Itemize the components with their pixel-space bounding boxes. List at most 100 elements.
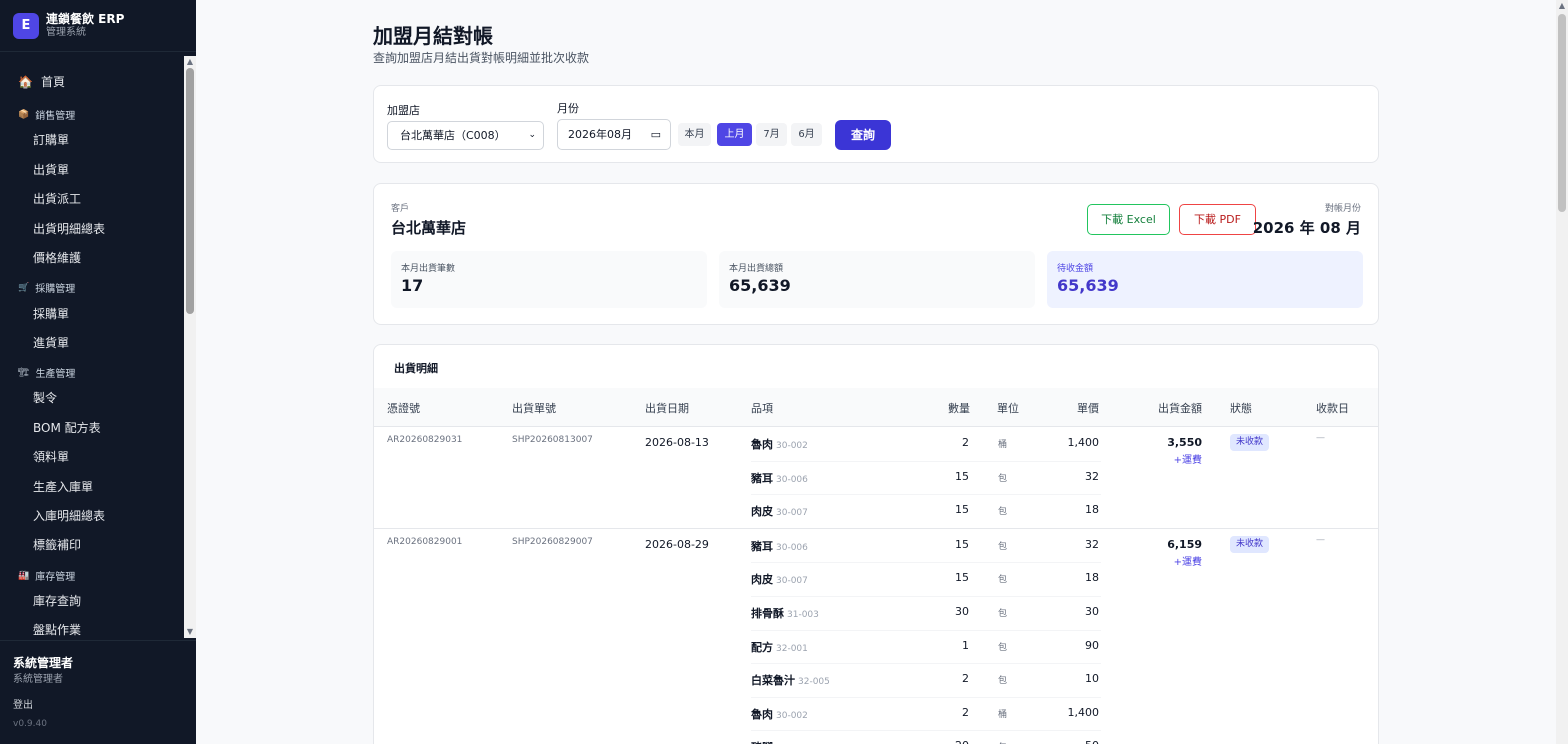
download-pdf-button[interactable]: 下載 PDF [1179,204,1256,235]
nav-item-in-detail[interactable]: 入庫明細總表 [33,507,184,524]
col-shipment-no[interactable]: 出貨單號 [512,400,556,416]
nav-item-stocktake[interactable]: 盤點作業 [33,621,184,638]
nav-group-production[interactable]: 🏗 生產管理 [18,365,184,381]
nav-group-label: 庫存管理 [35,572,76,583]
nav-item-production-in[interactable]: 生產入庫單 [33,478,184,495]
item-name: 排骨酥 31-003 [751,605,819,621]
nav-item-label-reprint[interactable]: 標籤補印 [33,536,184,553]
nav-item-shipment[interactable]: 出貨單 [33,161,184,178]
sidebar-scrollbar[interactable]: ▲ ▼ [184,56,196,638]
col-qty[interactable]: 數量 [948,400,970,416]
col-price[interactable]: 單價 [1077,400,1099,416]
chevron-down-icon: ⌄ [528,130,536,140]
nav-item-purchase-order[interactable]: 採購單 [33,305,184,322]
item-label: 配方 [751,640,773,654]
download-excel-button[interactable]: 下載 Excel [1087,204,1170,235]
sidebar-scroll-thumb[interactable] [186,68,194,314]
calendar-icon[interactable]: ▭ [651,120,661,149]
detail-title: 出貨明細 [394,362,438,375]
quick-last-month[interactable]: 上月 [717,123,752,146]
nav-item-price[interactable]: 價格維護 [33,249,184,266]
page-scroll-thumb[interactable] [1558,14,1566,212]
nav-group-inventory[interactable]: 🏭 庫存管理 [18,568,184,584]
item-quantity: 2 [962,705,969,719]
item-quantity: 15 [955,571,969,585]
item-name: 魯肉 30-002 [751,706,808,722]
stat-label: 本月出貨總額 [729,264,784,274]
item-code: 30-007 [776,576,808,587]
brand-subtitle: 管理系統 [46,26,86,38]
item-name: 配方 32-001 [751,639,808,655]
sidebar: E 連鎖餐飲 ERP 管理系統 🏠 首頁 📦 銷售管理 訂購單 出貨單 出貨派工… [0,0,196,744]
quick-this-month[interactable]: 本月 [678,123,711,146]
scroll-down-arrow-icon[interactable]: ▼ [184,626,196,638]
query-button[interactable]: 查詢 [835,120,891,150]
nav-item-picking[interactable]: 領料單 [33,448,184,465]
period-label: 對帳月份 [1324,204,1361,214]
nav-item-order[interactable]: 訂購單 [33,131,184,148]
nav-item-stock-query[interactable]: 庫存查詢 [33,592,184,609]
stat-value: 65,639 [729,276,791,295]
item-unit: 包 [998,473,1008,484]
item-code: 31-003 [787,610,819,620]
nav-item-bom[interactable]: BOM 配方表 [33,419,184,436]
item-quantity: 15 [955,537,969,551]
page-title: 加盟月結對帳 [373,24,493,48]
stat-value: 17 [401,276,424,295]
item-price: 90 [1085,638,1099,652]
page-scrollbar[interactable]: ▲ [1556,0,1568,744]
item-quantity: 15 [955,469,969,483]
status-badge: 未收款 [1230,535,1270,553]
col-item[interactable]: 品項 [751,400,773,416]
month-input-value: 2026年08月 [568,128,632,141]
item-price: 32 [1085,537,1099,551]
item-unit: 包 [998,575,1008,586]
brand-title: 連鎖餐飲 ERP [46,11,125,26]
stat-shipment-total: 本月出貨總額 65,639 [719,251,1035,308]
page-subtitle: 查詢加盟店月結出貨對帳明細並批次收款 [373,51,590,65]
sidebar-nav: 🏠 首頁 📦 銷售管理 訂購單 出貨單 出貨派工 出貨明細總表 價格維護 🛒 採… [0,56,184,638]
col-paid-date[interactable]: 收款日 [1316,400,1349,416]
store-select-value: 台北萬華店（C008） [400,129,506,142]
item-unit: 桶 [998,709,1008,720]
item-price: 1,400 [1067,705,1100,719]
shipping-fee-link[interactable]: +運費 [1174,553,1202,568]
item-label: 魯肉 [751,707,773,721]
col-status[interactable]: 狀態 [1230,400,1252,416]
nav-item-work-order[interactable]: 製令 [33,389,184,406]
item-unit: 包 [998,740,1007,744]
month-input[interactable]: 2026年08月 ▭ [557,119,671,150]
col-date[interactable]: 出貨日期 [645,400,689,416]
paid-date: — [1316,534,1325,545]
item-name: 豬腳30-004 [751,739,808,744]
page-scroll-up-icon[interactable]: ▲ [1556,0,1568,12]
scroll-up-arrow-icon[interactable]: ▲ [184,56,196,68]
nav-item-dispatch[interactable]: 出貨派工 [33,190,184,207]
col-unit[interactable]: 單位 [997,400,1019,416]
shipping-fee-link[interactable]: +運費 [1174,451,1202,466]
logout-link[interactable]: 登出 [13,696,33,711]
nav-item-shipment-detail[interactable]: 出貨明細總表 [33,220,184,237]
nav-group-label: 銷售管理 [35,111,76,122]
store-label: 加盟店 [387,104,420,117]
customer-name: 台北萬華店 [391,219,467,237]
item-price: 32 [1085,469,1099,483]
voucher-number: AR20260829031 [387,435,463,445]
warehouse-icon: 🏭 [18,570,30,581]
nav-group-purchase[interactable]: 🛒 採購管理 [18,280,184,296]
nav-item-receiving[interactable]: 進貨單 [33,334,184,351]
quick-june[interactable]: 6月 [791,123,822,146]
month-label: 月份 [557,102,579,115]
stat-receivable: 待收金額 65,639 [1047,251,1363,308]
nav-group-sales[interactable]: 📦 銷售管理 [18,107,184,123]
item-label: 魯肉 [751,438,773,451]
nav-home-label: 首頁 [40,75,65,89]
shipment-detail-panel: 出貨明細 憑證號 出貨單號 出貨日期 品項 數量 單位 單價 出貨金額 狀態 收… [373,344,1379,744]
store-select[interactable]: 台北萬華店（C008） ⌄ [387,121,544,150]
col-amount[interactable]: 出貨金額 [1158,400,1202,416]
nav-home[interactable]: 🏠 首頁 [18,73,184,90]
quick-july[interactable]: 7月 [756,123,787,146]
item-price: 18 [1085,571,1099,585]
nav-group-label: 生產管理 [35,369,76,380]
col-voucher[interactable]: 憑證號 [387,400,420,416]
